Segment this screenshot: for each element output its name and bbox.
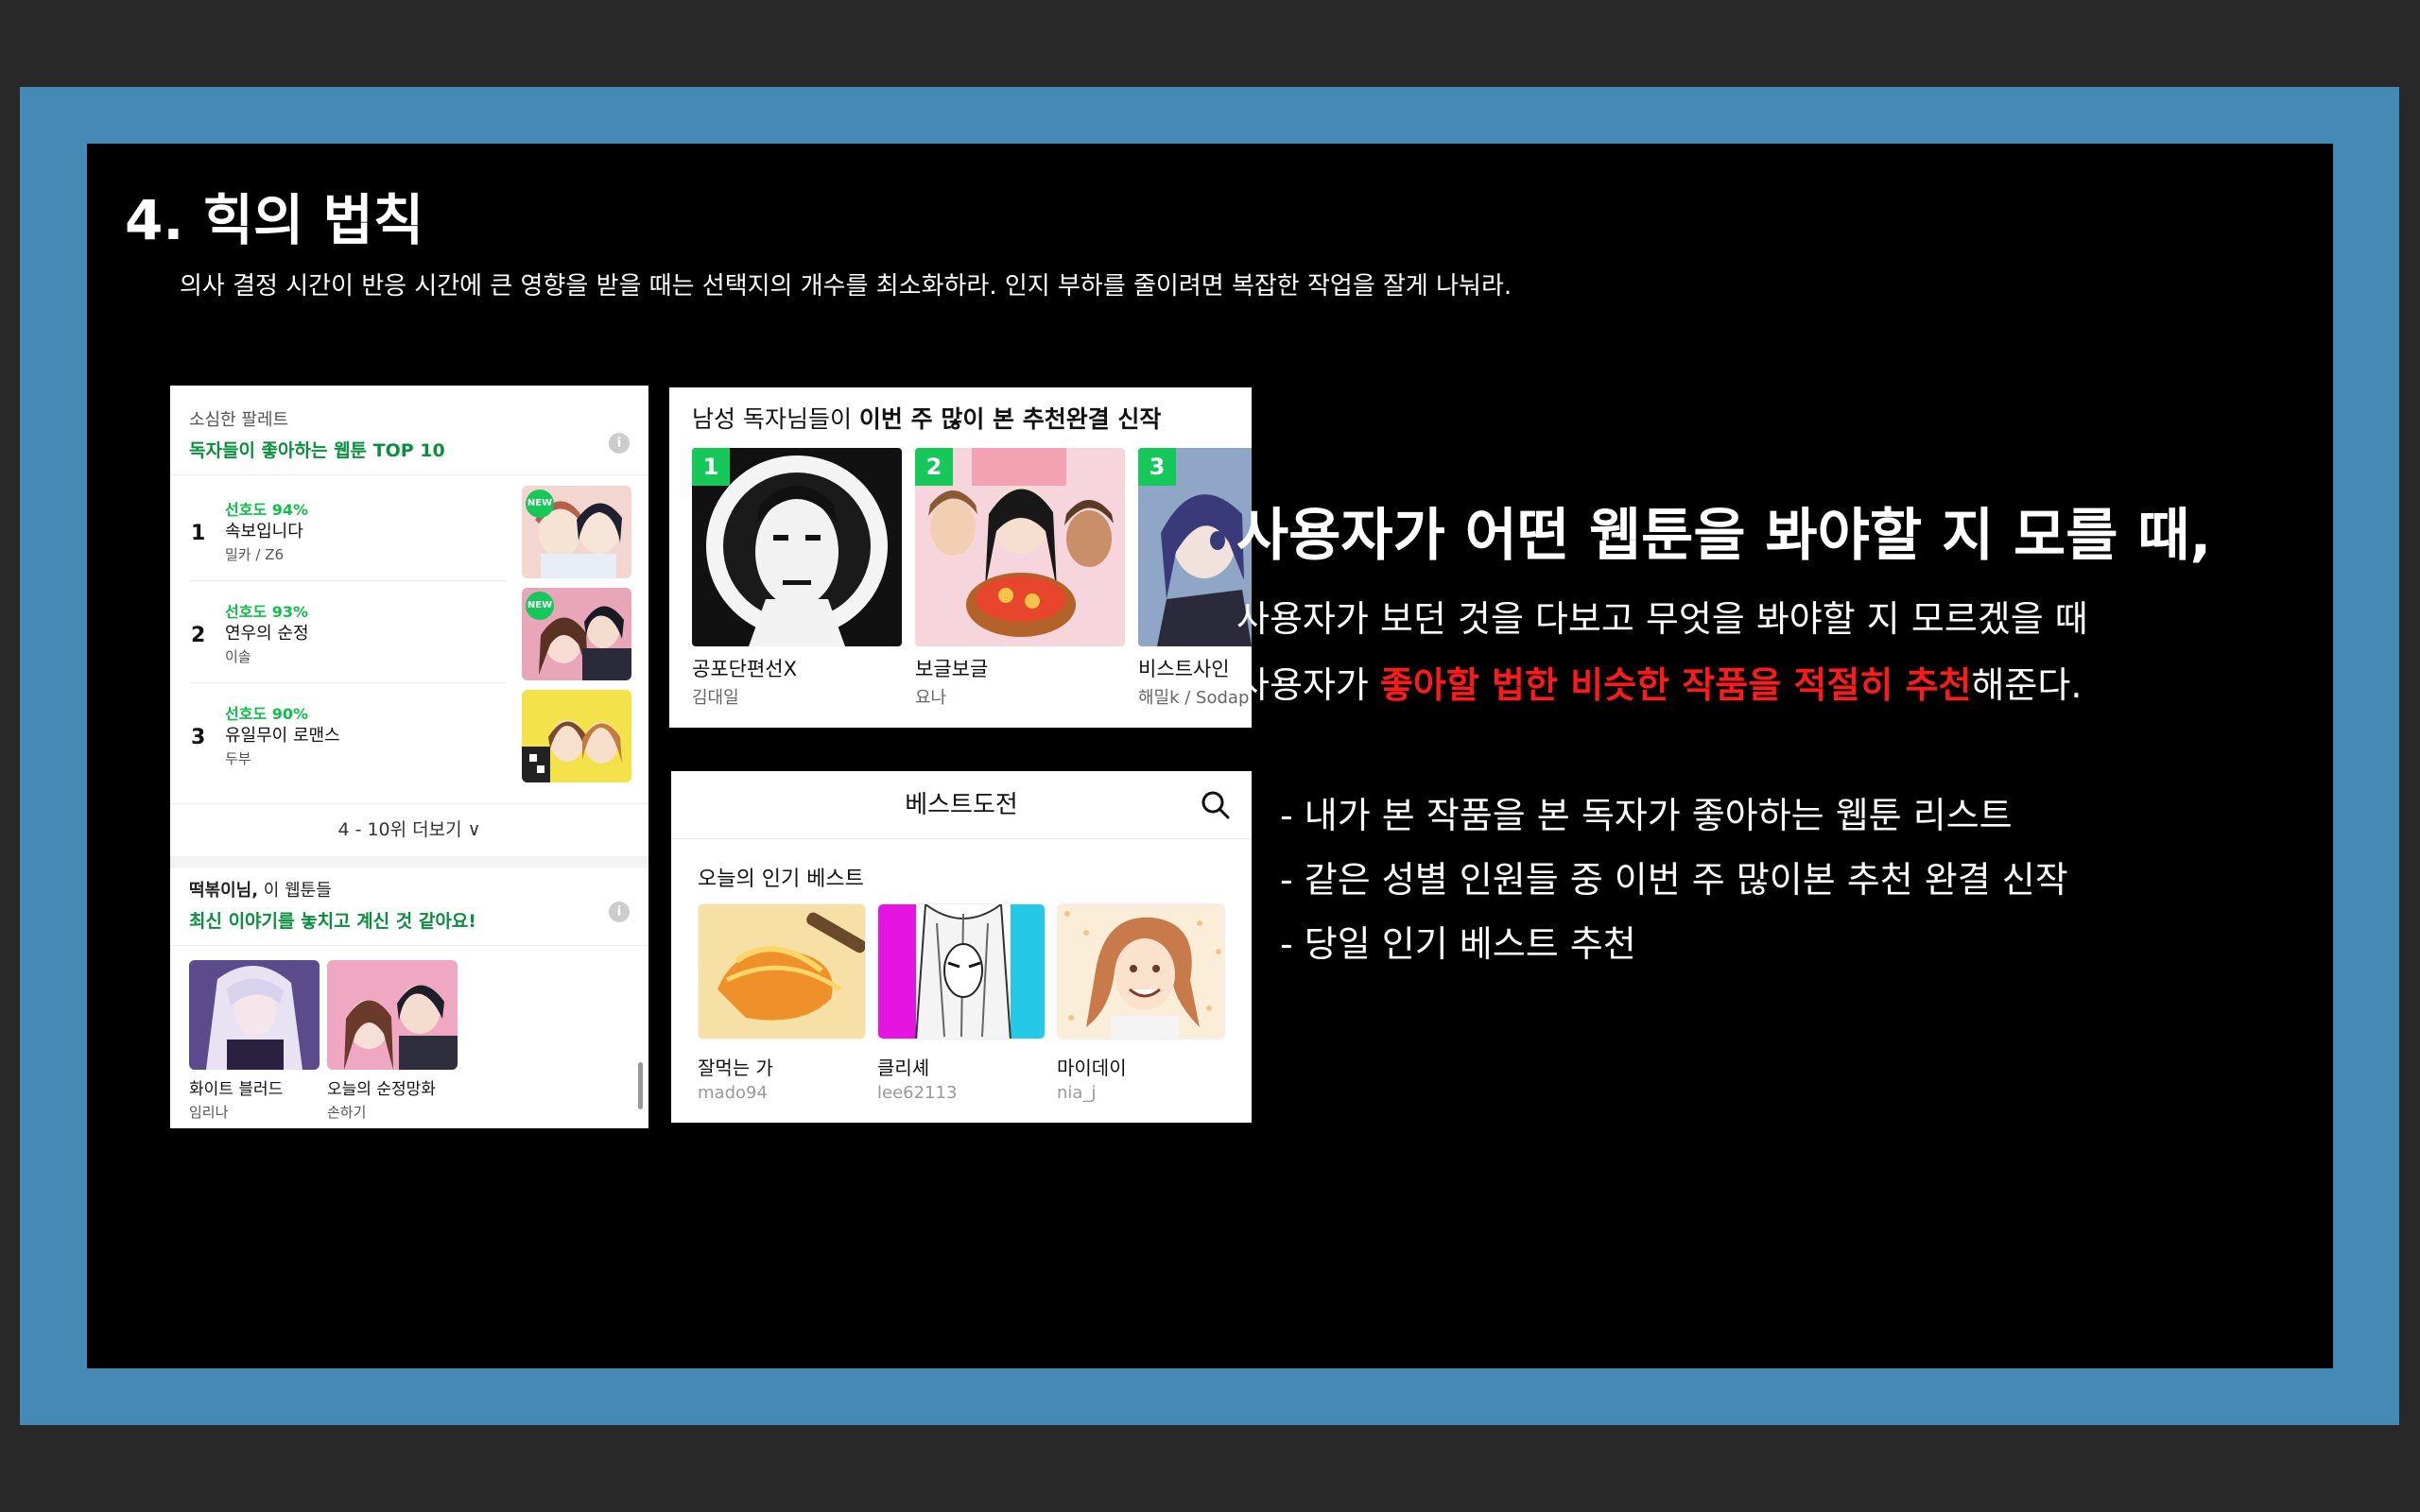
recommend-panel-top10: 소심한 팔레트 독자들이 좋아하는 웹툰 TOP 10 i 1 선호도 94% … xyxy=(170,386,648,1128)
completed-card-author: 해밀k / Sodap xyxy=(1138,688,1250,708)
bullet-item: - 당일 인기 베스트 추천 xyxy=(1280,923,1636,965)
rank-badge: 2 xyxy=(915,448,953,486)
completed-heading-bold: 이번 주 많이 본 추천완결 신작 xyxy=(858,405,1162,433)
webtoon-author: 밀카 / Z6 xyxy=(225,546,285,563)
top10-header: 소심한 팔레트 독자들이 좋아하는 웹툰 TOP 10 xyxy=(189,406,445,462)
search-icon[interactable] xyxy=(1201,790,1231,820)
section-gap xyxy=(170,856,648,868)
preference-label: 선호도 93% xyxy=(225,603,309,621)
completed-card-thumbnail[interactable]: 2 xyxy=(915,448,1125,646)
webtoon-card-author: 손하기 xyxy=(327,1104,367,1121)
webtoon-title: 속보입니다 xyxy=(225,522,303,541)
slide-title: 4. 힉의 법칙 xyxy=(125,188,424,252)
info-icon[interactable]: i xyxy=(609,433,630,454)
best-challenge-title: 베스트도전 xyxy=(905,791,1018,819)
bullet-item: - 내가 본 작품을 본 독자가 좋아하는 웹툰 리스트 xyxy=(1280,795,2013,836)
missed-updates-heading: 최신 이야기를 놓치고 계신 것 같아요! xyxy=(189,911,476,932)
headline: 사용자가 어떤 웹툰을 봐야할 지 모를 때, xyxy=(1236,503,2212,569)
webtoon-title: 유일무이 로맨스 xyxy=(225,726,340,746)
info-icon[interactable]: i xyxy=(609,902,630,922)
section-caption: 이 웹툰들 xyxy=(258,881,332,901)
divider xyxy=(170,945,648,946)
rank-badge: 1 xyxy=(692,448,730,486)
completed-card-thumbnail[interactable]: 1 xyxy=(692,448,902,646)
preference-label: 선호도 90% xyxy=(225,705,309,723)
explanation-line-1: 사용자가 보던 것을 다보고 무엇을 봐야할 지 모르겠을 때 xyxy=(1236,598,2088,640)
missed-updates-header: 떡볶이님, 이 웹툰들 최신 이야기를 놓치고 계신 것 같아요! xyxy=(189,877,476,933)
completed-card-author: 김대일 xyxy=(692,688,739,708)
line2-prefix: 사용자가 xyxy=(1236,664,1380,706)
completed-heading-plain: 남성 독자님들이 xyxy=(692,405,859,433)
best-card-author: mado94 xyxy=(698,1083,768,1103)
webtoon-card-thumbnail[interactable] xyxy=(189,960,320,1070)
completed-card-title[interactable]: 비스트사인 xyxy=(1138,654,1230,682)
webtoon-card-author: 임리나 xyxy=(189,1104,229,1121)
rank-number: 2 xyxy=(191,624,206,647)
divider xyxy=(170,474,648,475)
popular-best-heading: 오늘의 인기 베스트 xyxy=(698,868,864,891)
best-card-thumbnail[interactable] xyxy=(1057,903,1225,1040)
explanation-line-2: 사용자가 좋아할 법한 비슷한 작품을 적절히 추천해준다. xyxy=(1236,656,2082,708)
ranking-row-1[interactable]: 1 선호도 94% 속보입니다 밀카 / Z6 NEW xyxy=(170,478,648,580)
completed-card-title[interactable]: 보글보글 xyxy=(915,654,988,682)
best-challenge-header: 베스트도전 xyxy=(671,771,1252,839)
line2-suffix: 해준다. xyxy=(1971,664,2083,706)
top10-heading: 독자들이 좋아하는 웹툰 TOP 10 xyxy=(189,440,445,461)
best-challenge-panel: 베스트도전 오늘의 인기 베스트 잘먹는 가 mado94 클리셰 lee621… xyxy=(671,771,1252,1123)
webtoon-title: 연우의 순정 xyxy=(225,624,309,644)
webtoon-card-title[interactable]: 오늘의 순정망화 xyxy=(327,1075,436,1099)
slide-subtitle: 의사 결정 시간이 반응 시간에 큰 영향을 받을 때는 선택지의 개수를 최소… xyxy=(180,272,1512,301)
recommend-panel-completed: 남성 독자님들이 이번 주 많이 본 추천완결 신작 1 공포단편선X 김대일 xyxy=(669,387,1252,728)
webtoon-author: 이솔 xyxy=(225,648,251,665)
webtoon-thumbnail[interactable]: NEW xyxy=(522,486,631,578)
more-rankings-button[interactable]: 4 - 10위 더보기 ∨ xyxy=(170,803,648,856)
completed-card-title[interactable]: 공포단편선X xyxy=(692,654,797,682)
rank-number: 3 xyxy=(191,726,206,749)
top10-label: 소심한 팔레트 xyxy=(189,410,289,430)
webtoon-thumbnail[interactable]: NEW xyxy=(522,588,631,680)
new-badge: NEW xyxy=(526,490,554,518)
best-card-title[interactable]: 마이데이 xyxy=(1057,1053,1127,1080)
best-card-thumbnail[interactable] xyxy=(877,903,1046,1040)
bullet-item: - 같은 성별 인원들 중 이번 주 많이본 추천 완결 신작 xyxy=(1280,859,2068,901)
webtoon-thumbnail[interactable] xyxy=(522,690,631,782)
completed-heading: 남성 독자님들이 이번 주 많이 본 추천완결 신작 xyxy=(692,401,1161,435)
best-card-author: lee62113 xyxy=(877,1083,958,1103)
rank-badge: 3 xyxy=(1138,448,1176,486)
best-card-thumbnail[interactable] xyxy=(698,903,866,1040)
webtoon-card-title[interactable]: 화이트 블러드 xyxy=(189,1075,283,1099)
webtoon-card-thumbnail[interactable] xyxy=(327,960,458,1070)
rank-number: 1 xyxy=(191,522,206,545)
scrollbar[interactable] xyxy=(638,1062,643,1109)
webtoon-author: 두부 xyxy=(225,750,251,767)
best-card-title[interactable]: 잘먹는 가 xyxy=(698,1053,773,1080)
best-card-title[interactable]: 클리셰 xyxy=(877,1053,929,1080)
completed-card-thumbnail[interactable]: 3 xyxy=(1138,448,1252,646)
preference-label: 선호도 94% xyxy=(225,501,309,519)
completed-card-author: 요나 xyxy=(915,688,947,708)
ranking-row-2[interactable]: 2 선호도 93% 연우의 순정 이솔 NEW xyxy=(170,580,648,682)
highlighted-phrase: 좋아할 법한 비슷한 작품을 적절히 추천 xyxy=(1379,664,1972,706)
user-nickname: 떡볶이님, xyxy=(189,881,259,901)
new-badge: NEW xyxy=(526,592,554,620)
ranking-row-3[interactable]: 3 선호도 90% 유일무이 로맨스 두부 xyxy=(170,682,648,784)
slide: 4. 힉의 법칙 의사 결정 시간이 반응 시간에 큰 영향을 받을 때는 선택… xyxy=(87,144,2333,1368)
best-card-author: nia_j xyxy=(1057,1083,1097,1103)
